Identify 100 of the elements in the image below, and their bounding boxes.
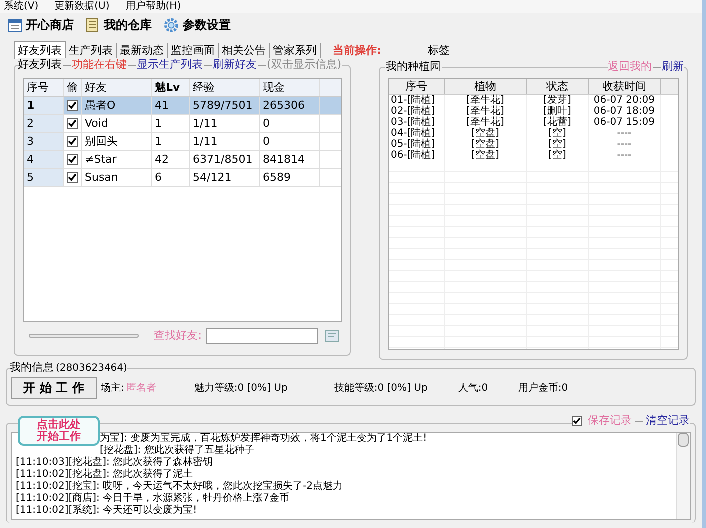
checkbox[interactable] bbox=[67, 172, 78, 183]
table-cell: Susan bbox=[82, 169, 152, 186]
table-cell: 265306 bbox=[260, 97, 320, 114]
table-row[interactable]: 3 别回头 1 1/11 0 bbox=[24, 133, 341, 151]
link[interactable]: 显示生产列表 bbox=[137, 58, 203, 72]
menu-item[interactable]: 更新数据(U) bbox=[54, 0, 110, 13]
table-row[interactable]: 2 Void 1 1/11 0 bbox=[24, 115, 341, 133]
checkbox[interactable] bbox=[67, 154, 78, 165]
table-cell: [发芽] bbox=[526, 95, 589, 106]
table-cell: ---- bbox=[588, 139, 661, 150]
table-cell: [牵牛花] bbox=[444, 117, 527, 128]
table-cell: 愚者O bbox=[82, 97, 152, 114]
table-cell: 3 bbox=[24, 133, 64, 150]
toolbar-button[interactable]: 我的仓库 bbox=[86, 16, 152, 34]
link[interactable]: 清空记录 bbox=[646, 414, 690, 428]
notebook-icon bbox=[86, 18, 100, 32]
checkbox[interactable] bbox=[572, 416, 582, 426]
table-cell: [空] bbox=[526, 150, 589, 161]
tooltip-text: 开始工作 bbox=[37, 431, 81, 443]
table-cell: 0 bbox=[260, 133, 320, 150]
table-cell: 5 bbox=[24, 169, 64, 186]
table-cell: Void bbox=[82, 115, 152, 132]
group-title: 我的种植园 bbox=[384, 60, 442, 74]
column-header[interactable]: 现金 bbox=[260, 79, 320, 96]
table-cell: 0 bbox=[260, 115, 320, 132]
current-operation-label: 当前操作: bbox=[333, 43, 382, 59]
menu-item[interactable]: 系统(V) bbox=[4, 0, 39, 13]
column-header[interactable]: 魅Lv bbox=[152, 79, 190, 96]
search-field[interactable] bbox=[206, 328, 318, 344]
table-cell: [牵牛花] bbox=[444, 95, 527, 106]
menu-item[interactable]: 用户帮助(H) bbox=[126, 0, 182, 13]
search-label: 查找好友: bbox=[154, 328, 202, 344]
table-cell: 1/11 bbox=[190, 115, 260, 132]
checkbox[interactable] bbox=[67, 118, 78, 129]
toolbar-button[interactable]: 开心商店 bbox=[8, 16, 74, 34]
table-cell: 06-[陆植] bbox=[388, 150, 445, 161]
table-cell: 4 bbox=[24, 151, 64, 168]
column-header[interactable]: 收获时间 bbox=[588, 79, 661, 94]
column-header[interactable]: 偷 bbox=[64, 79, 82, 96]
window-icon bbox=[8, 18, 22, 32]
log-line: [11:10:02][挖花盘]: 您此次获得了泥土 bbox=[16, 469, 194, 480]
table-cell: ---- bbox=[588, 128, 661, 139]
table-cell: 2 bbox=[24, 115, 64, 132]
stat-text: 魅力等级:0 [0%] Up bbox=[194, 382, 289, 396]
table-cell: 841814 bbox=[260, 151, 320, 168]
column-header[interactable]: 植物 bbox=[444, 79, 527, 94]
owner-label: 场主: bbox=[101, 382, 124, 396]
table-cell: 06-07 18:09 bbox=[588, 106, 661, 117]
table-row[interactable]: 5 Susan 6 54/121 6589 bbox=[24, 169, 341, 187]
table-cell: [空盘] bbox=[444, 150, 527, 161]
table-cell: 1 bbox=[152, 133, 190, 150]
log-line: [挖花盘]: 您此次获得了五星花种子 bbox=[100, 445, 254, 456]
log-line: [11:10:02][挖宝]: 哎呀，今天运气不太好哦，您此次挖宝损失了-2点魅力 bbox=[16, 481, 344, 492]
current-operation-value: 标签 bbox=[428, 43, 450, 59]
column-header[interactable]: 状态 bbox=[526, 79, 589, 94]
checkbox[interactable] bbox=[67, 136, 78, 147]
log-line: [11:10:02][系统]: 今天还可以变废为宝! bbox=[16, 505, 198, 517]
table-cell: [空盘] bbox=[444, 139, 527, 150]
table-cell: 6371/8501 bbox=[190, 151, 260, 168]
tab[interactable]: 好友列表 bbox=[14, 41, 66, 59]
link[interactable]: 刷新 bbox=[662, 60, 684, 74]
scrollbar[interactable] bbox=[676, 433, 690, 519]
table-cell: 06-07 20:09 bbox=[588, 95, 661, 106]
table-cell: 6589 bbox=[260, 169, 320, 186]
table-cell: [花蕾] bbox=[526, 117, 589, 128]
table-row[interactable]: 4 ≠Star 42 6371/8501 841814 bbox=[24, 151, 341, 169]
stat-text: 技能等级:0 [0%] Up bbox=[334, 382, 429, 396]
log-line: [11:10:02][商店]: 今日干旱，水源紧张，牡丹价格上涨7金币 bbox=[16, 493, 290, 504]
checkbox[interactable] bbox=[67, 100, 78, 111]
table-cell: 别回头 bbox=[82, 133, 152, 150]
table-cell: 1 bbox=[152, 115, 190, 132]
table-cell: [空盘] bbox=[444, 128, 527, 139]
toolbar-button[interactable]: 参数设置 bbox=[164, 16, 231, 34]
table-cell: 02-[陆植] bbox=[388, 106, 445, 117]
link[interactable]: 刷新好友 bbox=[213, 58, 257, 72]
table-cell: 06-07 15:09 bbox=[588, 117, 661, 128]
column-header[interactable]: 序号 bbox=[388, 79, 445, 94]
table-cell: [空] bbox=[526, 139, 589, 150]
settings-icon bbox=[164, 18, 179, 32]
table-cell: 03-[陆植] bbox=[388, 117, 445, 128]
tooltip-text: 点击此处 bbox=[37, 419, 81, 431]
table-cell: 1 bbox=[24, 97, 64, 114]
table-cell: 1/11 bbox=[190, 133, 260, 150]
column-header[interactable]: 好友 bbox=[82, 79, 152, 96]
table-cell: 04-[陆植] bbox=[388, 128, 445, 139]
column-header[interactable]: 经验 bbox=[190, 79, 260, 96]
table-cell: 41 bbox=[152, 97, 190, 114]
group-title: 好友列表 bbox=[18, 58, 62, 72]
table-cell: [空] bbox=[526, 128, 589, 139]
table-row[interactable]: 1 愚者O 41 5789/7501 265306 bbox=[24, 97, 341, 115]
link[interactable]: 功能在右键 bbox=[72, 58, 127, 72]
table-cell: 54/121 bbox=[190, 169, 260, 186]
table-cell: 6 bbox=[152, 169, 190, 186]
start-button[interactable]: 开 始 工 作 bbox=[11, 377, 97, 399]
stat-text: 用户金币:0 bbox=[518, 382, 568, 396]
table-cell: ≠Star bbox=[82, 151, 152, 168]
table-cell: 01-[陆植] bbox=[388, 95, 445, 106]
table-cell: [删叶] bbox=[526, 106, 589, 117]
column-header[interactable]: 序号 bbox=[24, 79, 64, 96]
log-line: [11:10:03][挖花盘]: 您此次获得了森林密钥 bbox=[16, 457, 214, 468]
